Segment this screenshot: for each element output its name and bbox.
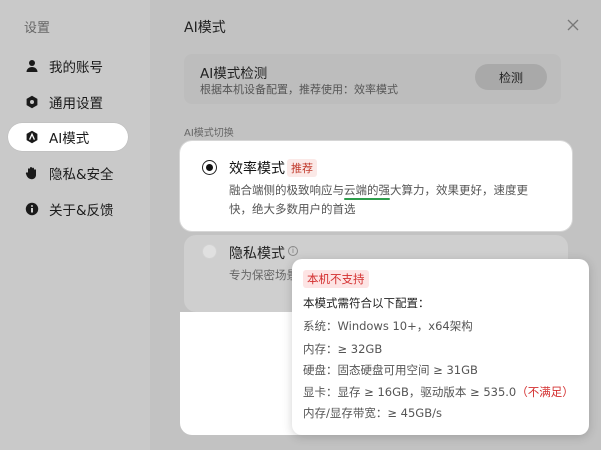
info-icon bbox=[25, 202, 39, 216]
privacy-radio[interactable] bbox=[202, 244, 217, 259]
close-icon bbox=[567, 19, 579, 31]
section-label: AI模式切换 bbox=[184, 128, 234, 139]
detect-button[interactable]: 检测 bbox=[475, 64, 547, 90]
sidebar-title: 设置 bbox=[24, 21, 51, 36]
not-met-label: （不满足） bbox=[516, 385, 574, 399]
requirements-tooltip: 本机不支持 本模式需符合以下配置： 系统：Windows 10+，x64架构 内… bbox=[292, 259, 589, 435]
sidebar-item-label: 关于&反馈 bbox=[49, 203, 114, 219]
gear-icon bbox=[25, 95, 39, 109]
sidebar-item-label: 隐私&安全 bbox=[49, 167, 114, 183]
unsupported-badge: 本机不支持 bbox=[303, 270, 369, 288]
requirement-memory: 内存：≥ 32GB bbox=[303, 342, 383, 356]
hand-icon bbox=[25, 166, 39, 180]
sidebar-item-label: 我的账号 bbox=[49, 60, 103, 76]
efficiency-radio[interactable] bbox=[202, 160, 217, 175]
sidebar-item-label: 通用设置 bbox=[49, 96, 103, 112]
sidebar: 设置 我的账号 通用设置 AI模式 隐私&安全 关于&反馈 bbox=[0, 0, 150, 450]
requirement-system: 系统：Windows 10+，x64架构 bbox=[303, 319, 473, 333]
requirement-bandwidth: 内存/显存带宽：≥ 45GB/s bbox=[303, 406, 442, 420]
efficiency-description: 融合端侧的极致响应与云端的强大算力，效果更好，速度更快，绝大多数用户的首选 bbox=[229, 183, 528, 216]
privacy-description: 专为保密场景和分析 bbox=[229, 268, 299, 282]
sidebar-item-privacy[interactable]: 隐私&安全 bbox=[8, 159, 128, 187]
sidebar-item-account[interactable]: 我的账号 bbox=[8, 52, 128, 80]
sidebar-item-about[interactable]: 关于&反馈 bbox=[8, 195, 128, 223]
page-title: AI模式 bbox=[184, 20, 226, 36]
efficiency-title: 效率模式 bbox=[229, 161, 285, 177]
sidebar-item-ai-mode[interactable]: AI模式 bbox=[8, 123, 128, 151]
privacy-title: 隐私模式 bbox=[229, 246, 285, 262]
requirement-disk: 硬盘：固态硬盘可用空间 ≥ 31GB bbox=[303, 363, 478, 377]
ai-icon bbox=[25, 130, 39, 144]
detect-title: AI模式检测 bbox=[200, 66, 268, 82]
requirement-gpu: 显卡：显存 ≥ 16GB，驱动版本 ≥ 535.0（不满足） bbox=[303, 385, 574, 399]
detect-card: AI模式检测 根据本机设备配置，推荐使用：效率模式 检测 bbox=[184, 54, 561, 104]
highlight-underline: 云端的强 bbox=[344, 183, 390, 197]
info-circle-icon[interactable]: i bbox=[288, 246, 298, 256]
detect-subtitle: 根据本机设备配置，推荐使用：效率模式 bbox=[200, 83, 398, 96]
sidebar-item-general[interactable]: 通用设置 bbox=[8, 88, 128, 116]
requirements-heading: 本模式需符合以下配置： bbox=[303, 296, 430, 310]
sidebar-item-label: AI模式 bbox=[49, 131, 90, 147]
efficiency-mode-card[interactable]: 效率模式 推荐 融合端侧的极致响应与云端的强大算力，效果更好，速度更快，绝大多数… bbox=[180, 141, 572, 231]
user-icon bbox=[25, 59, 39, 73]
recommend-badge: 推荐 bbox=[287, 159, 317, 177]
close-button[interactable] bbox=[565, 17, 581, 33]
